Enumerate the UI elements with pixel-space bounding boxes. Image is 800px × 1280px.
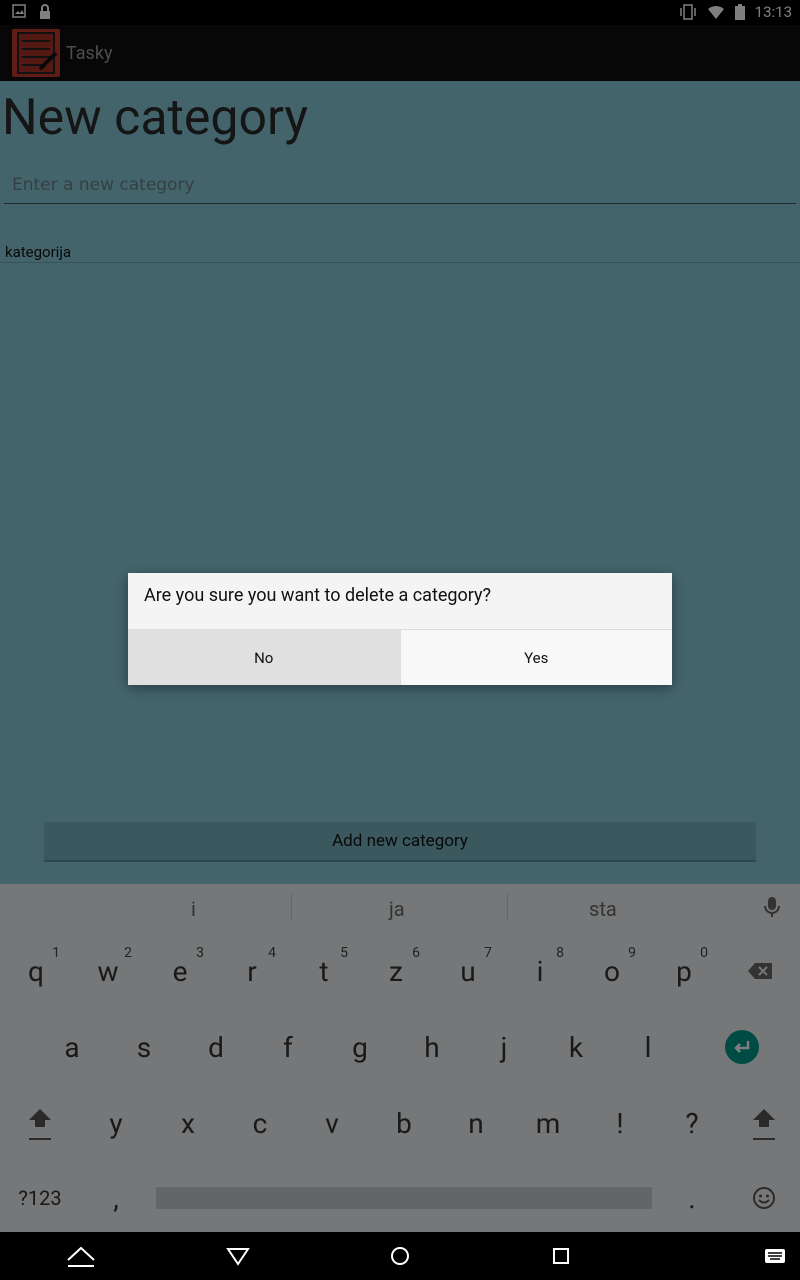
recents-icon[interactable]	[552, 1247, 570, 1269]
dialog-message: Are you sure you want to delete a catego…	[144, 585, 492, 606]
home-icon[interactable]	[389, 1245, 411, 1271]
back-icon[interactable]	[226, 1246, 250, 1270]
delete-confirm-dialog: Are you sure you want to delete a catego…	[128, 573, 672, 685]
keyboard-switch-icon[interactable]	[764, 1248, 786, 1268]
navigation-bar	[0, 1232, 800, 1280]
yes-button[interactable]: Yes	[399, 630, 672, 685]
no-button[interactable]: No	[128, 630, 400, 685]
keyboard-hide-icon[interactable]	[66, 1244, 96, 1272]
